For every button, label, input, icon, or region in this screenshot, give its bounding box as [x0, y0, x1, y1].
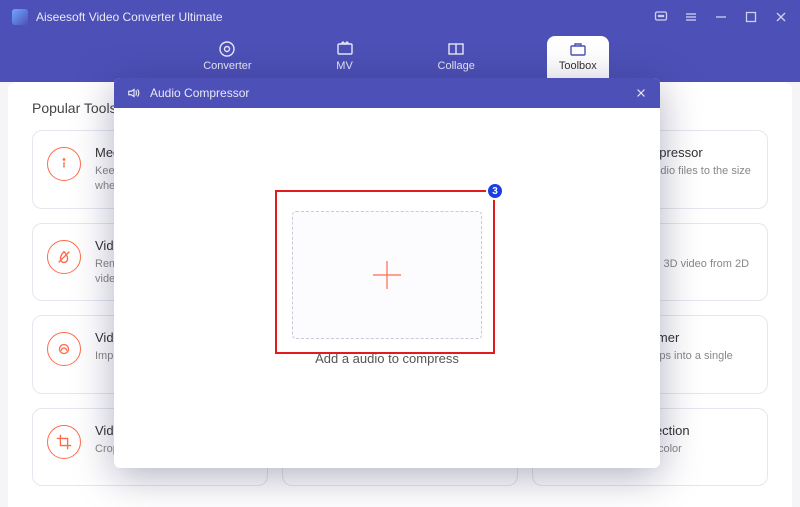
toolbox-icon: [569, 40, 587, 58]
titlebar: Aiseesoft Video Converter Ultimate: [0, 0, 800, 34]
app-logo: [12, 9, 28, 25]
modal-body: Add a audio to compress: [114, 108, 660, 468]
minimize-icon[interactable]: [714, 10, 728, 24]
app-title: Aiseesoft Video Converter Ultimate: [36, 10, 654, 24]
callout-badge: 3: [486, 182, 504, 200]
menu-icon[interactable]: [684, 10, 698, 24]
window-controls: [654, 10, 788, 24]
maximize-icon[interactable]: [744, 10, 758, 24]
nav-toolbox[interactable]: Toolbox: [547, 36, 609, 82]
dropzone-caption: Add a audio to compress: [315, 351, 459, 366]
nav-collage[interactable]: Collage: [426, 36, 487, 82]
modal-title: Audio Compressor: [150, 86, 634, 100]
nav-label: Converter: [203, 60, 251, 72]
mv-icon: [336, 40, 354, 58]
info-icon: [47, 147, 81, 181]
collage-icon: [447, 40, 465, 58]
nav-converter[interactable]: Converter: [191, 36, 263, 82]
modal-close-icon[interactable]: [634, 86, 648, 100]
nav-label: MV: [336, 60, 353, 72]
plus-icon: [367, 255, 407, 295]
nav-mv[interactable]: MV: [324, 36, 366, 82]
modal-titlebar: Audio Compressor: [114, 78, 660, 108]
feedback-icon[interactable]: [654, 10, 668, 24]
nav-label: Toolbox: [559, 60, 597, 72]
close-icon[interactable]: [774, 10, 788, 24]
watermark-icon: [47, 240, 81, 274]
enhance-icon: [47, 332, 81, 366]
audio-compressor-modal: Audio Compressor Add a audio to compress: [114, 78, 660, 468]
nav-label: Collage: [438, 60, 475, 72]
speaker-icon: [126, 85, 142, 101]
crop-icon: [47, 425, 81, 459]
converter-icon: [218, 40, 236, 58]
add-audio-dropzone[interactable]: [292, 211, 482, 339]
top-nav: Converter MV Collage Toolbox: [0, 34, 800, 82]
